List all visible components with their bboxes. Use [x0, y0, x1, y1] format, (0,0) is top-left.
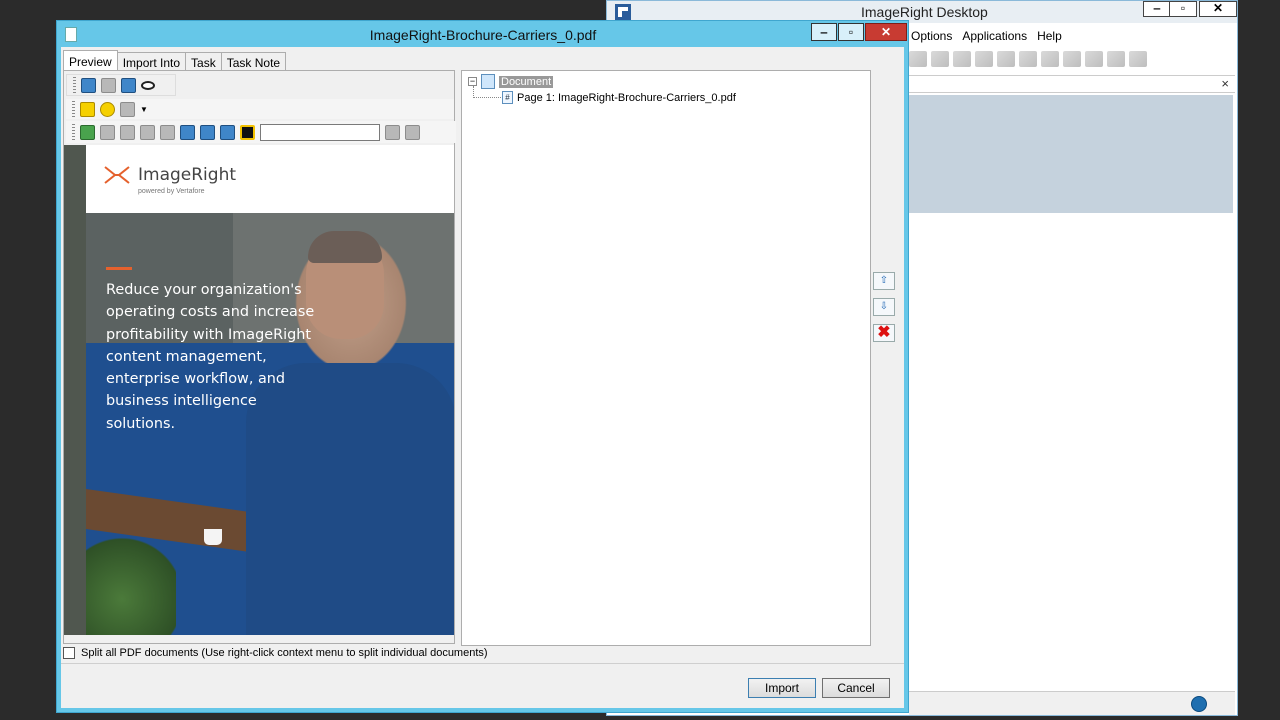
brochure-photo: Reduce your organization's operating cos…	[86, 213, 454, 635]
find-next-icon[interactable]	[405, 124, 420, 140]
dialog-client: Preview Import Into Task Task Note ▼ Ima…	[61, 47, 904, 708]
toolbar-icon[interactable]	[997, 51, 1015, 67]
zoom-out-icon[interactable]	[160, 124, 175, 140]
toolbar-icon[interactable]	[1063, 51, 1081, 67]
page-icon: #	[502, 91, 513, 104]
dialog-close-button[interactable]: ✕	[865, 23, 907, 41]
tree-page-node[interactable]: # Page 1: ImageRight-Brochure-Carriers_0…	[502, 91, 736, 104]
toolbar-icon[interactable]	[953, 51, 971, 67]
rotate-left-icon[interactable]	[180, 124, 195, 140]
tab-preview[interactable]: Preview	[63, 50, 118, 71]
tab-strip: Preview Import Into Task Task Note	[63, 50, 287, 71]
refresh-icon[interactable]	[80, 124, 95, 140]
toolbar-icon[interactable]	[975, 51, 993, 67]
document-tree: − Document # Page 1: ImageRight-Brochure…	[461, 70, 871, 646]
import-button[interactable]: Import	[748, 678, 816, 698]
tree-root-node[interactable]: − Document	[468, 74, 554, 89]
bg-statusbar	[909, 691, 1235, 715]
move-down-button[interactable]: ⇩	[873, 298, 895, 316]
cancel-button[interactable]: Cancel	[822, 678, 890, 698]
page-margin	[64, 145, 86, 635]
view-eye-icon[interactable]	[141, 80, 155, 90]
bg-panel-selection	[909, 95, 1233, 213]
toolbar-grip[interactable]	[72, 124, 75, 140]
bg-restore-button[interactable]: ▫	[1169, 1, 1197, 17]
brochure-logo-sub: powered by Vertafore	[138, 188, 205, 195]
new-window-icon[interactable]	[121, 77, 136, 93]
menu-options[interactable]: Options	[911, 27, 952, 47]
preview-panel: ▼ ImageRight powered by Vertafore Reduce…	[63, 70, 456, 644]
viewer-toolstrip-2: ▼	[66, 99, 454, 119]
toolbar-icon[interactable]	[1019, 51, 1037, 67]
brochure-header: ImageRight powered by Vertafore	[86, 145, 454, 213]
tree-collapse-toggle[interactable]: −	[468, 77, 477, 86]
viewer-toolstrip-3	[66, 121, 456, 143]
toolbar-icon[interactable]	[1041, 51, 1059, 67]
delete-button[interactable]: ✖	[873, 324, 895, 342]
toolbar-icon[interactable]	[1107, 51, 1125, 67]
tree-page-label[interactable]: Page 1: ImageRight-Brochure-Carriers_0.p…	[517, 92, 736, 104]
app-logo-icon	[615, 4, 631, 20]
dialog-footer: Import Cancel	[61, 663, 904, 708]
tab-task[interactable]: Task	[185, 52, 222, 71]
toolbar-grip[interactable]	[73, 77, 76, 93]
dialog-title: ImageRight-Brochure-Carriers_0.pdf	[369, 27, 597, 43]
split-pdf-option: Split all PDF documents (Use right-click…	[63, 647, 488, 659]
chevron-down-icon[interactable]: ▼	[140, 105, 148, 114]
annotation-icon[interactable]	[80, 101, 95, 117]
photo-person-hair	[308, 231, 382, 263]
find-icon[interactable]	[385, 124, 400, 140]
toolbar-icon[interactable]	[1085, 51, 1103, 67]
pdf-preview-page: ImageRight powered by Vertafore Reduce y…	[64, 145, 454, 635]
split-pdf-checkbox[interactable]	[63, 647, 75, 659]
dialog-restore-button[interactable]: ▫	[838, 23, 864, 41]
zoom-in-icon[interactable]	[140, 124, 155, 140]
photo-plant	[86, 533, 176, 635]
snapshot-icon[interactable]	[240, 124, 255, 140]
bg-toolbar	[909, 49, 1147, 69]
globe-icon[interactable]	[1191, 696, 1207, 712]
fit-page-icon[interactable]	[81, 77, 96, 93]
page-nav-icon[interactable]	[220, 124, 235, 140]
rotate-right-icon[interactable]	[200, 124, 215, 140]
dialog-titlebar: ImageRight-Brochure-Carriers_0.pdf ‒ ▫ ✕	[57, 21, 908, 47]
import-dialog: ImageRight-Brochure-Carriers_0.pdf ‒ ▫ ✕…	[56, 20, 909, 713]
toolbar-icon[interactable]	[931, 51, 949, 67]
menu-help[interactable]: Help	[1037, 27, 1062, 47]
tab-task-note[interactable]: Task Note	[220, 52, 287, 71]
tree-root-label[interactable]: Document	[499, 75, 554, 88]
brochure-tagline: Reduce your organization's operating cos…	[106, 282, 315, 432]
photo-cup	[204, 529, 222, 545]
bg-window-title: ImageRight Desktop	[861, 4, 988, 20]
viewer-toolstrip-1	[66, 74, 176, 96]
imageright-logo-icon	[104, 166, 130, 184]
stamp-icon[interactable]	[120, 101, 135, 117]
highlight-icon[interactable]	[100, 101, 115, 117]
bg-close-button[interactable]: ✕	[1199, 1, 1237, 17]
split-pdf-label: Split all PDF documents (Use right-click…	[81, 647, 488, 659]
brochure-logo-text: ImageRight	[138, 165, 237, 185]
toolbar-icon[interactable]	[1129, 51, 1147, 67]
toolbar-grip[interactable]	[72, 101, 75, 117]
move-up-button[interactable]: ⇧	[873, 272, 895, 290]
accent-line	[106, 267, 132, 270]
print-icon[interactable]	[100, 124, 115, 140]
panel-close-icon[interactable]: ×	[1221, 76, 1229, 91]
tab-import-into[interactable]: Import Into	[116, 52, 187, 71]
dialog-minimize-button[interactable]: ‒	[811, 23, 837, 41]
toolbar-icon[interactable]	[909, 51, 927, 67]
bg-minimize-button[interactable]: ‒	[1143, 1, 1171, 17]
menu-applications[interactable]: Applications	[962, 27, 1027, 47]
document-icon	[481, 74, 495, 89]
bg-panel-header: ×	[909, 75, 1235, 93]
bg-menubar: Options Applications Help	[911, 27, 1062, 47]
properties-icon[interactable]	[101, 77, 116, 93]
save-icon[interactable]	[120, 124, 135, 140]
find-input[interactable]	[260, 123, 380, 141]
